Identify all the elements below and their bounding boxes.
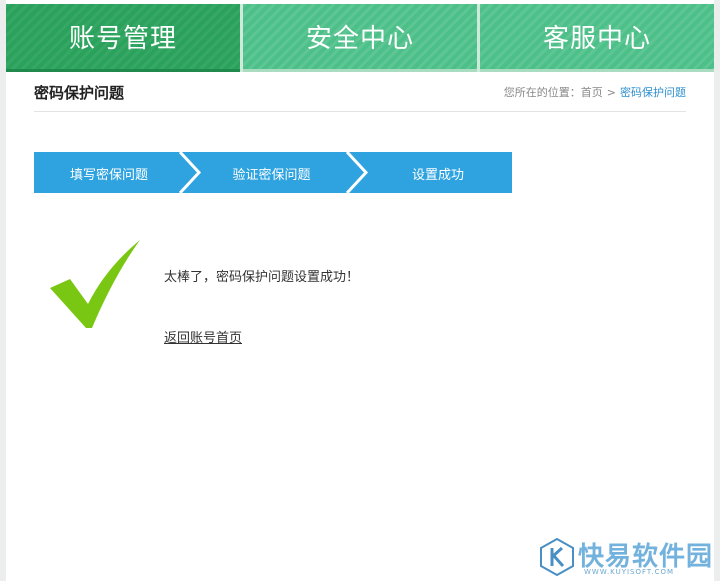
breadcrumb: 您所在的位置：首页 > 密码保护问题 (504, 84, 686, 100)
page-title: 密码保护问题 (34, 84, 125, 102)
breadcrumb-separator: > (606, 86, 616, 99)
watermark: 快易软件园 WWW.KUYISOFT.COM (540, 536, 716, 580)
right-frame (714, 0, 720, 581)
back-to-account-home-link[interactable]: 返回账号首页 (164, 327, 242, 346)
breadcrumb-prefix: 您所在的位置： (503, 86, 581, 99)
tab-customer-service[interactable]: 客服中心 (480, 4, 714, 72)
watermark-logo-icon (540, 538, 574, 576)
success-message: 太棒了，密码保护问题设置成功！ (164, 270, 360, 285)
step-verify-questions: 验证密保问题 (232, 168, 311, 183)
breadcrumb-current[interactable]: 密码保护问题 (620, 86, 686, 99)
step-fill-questions: 填写密保问题 (69, 168, 148, 183)
breadcrumb-home-link[interactable]: 首页 (581, 86, 603, 99)
watermark-url: WWW.KUYISOFT.COM (584, 568, 675, 576)
success-check-icon (50, 240, 140, 328)
page-header: 密码保护问题 您所在的位置：首页 > 密码保护问题 (34, 82, 686, 112)
step-progress: 填写密保问题 验证密保问题 设置成功 (34, 152, 512, 193)
tab-account-management[interactable]: 账号管理 (6, 4, 240, 72)
top-nav: 账号管理 安全中心 客服中心 (6, 4, 714, 72)
left-frame (0, 0, 6, 581)
step-setup-success: 设置成功 (411, 168, 464, 183)
tab-security-center[interactable]: 安全中心 (243, 4, 477, 72)
